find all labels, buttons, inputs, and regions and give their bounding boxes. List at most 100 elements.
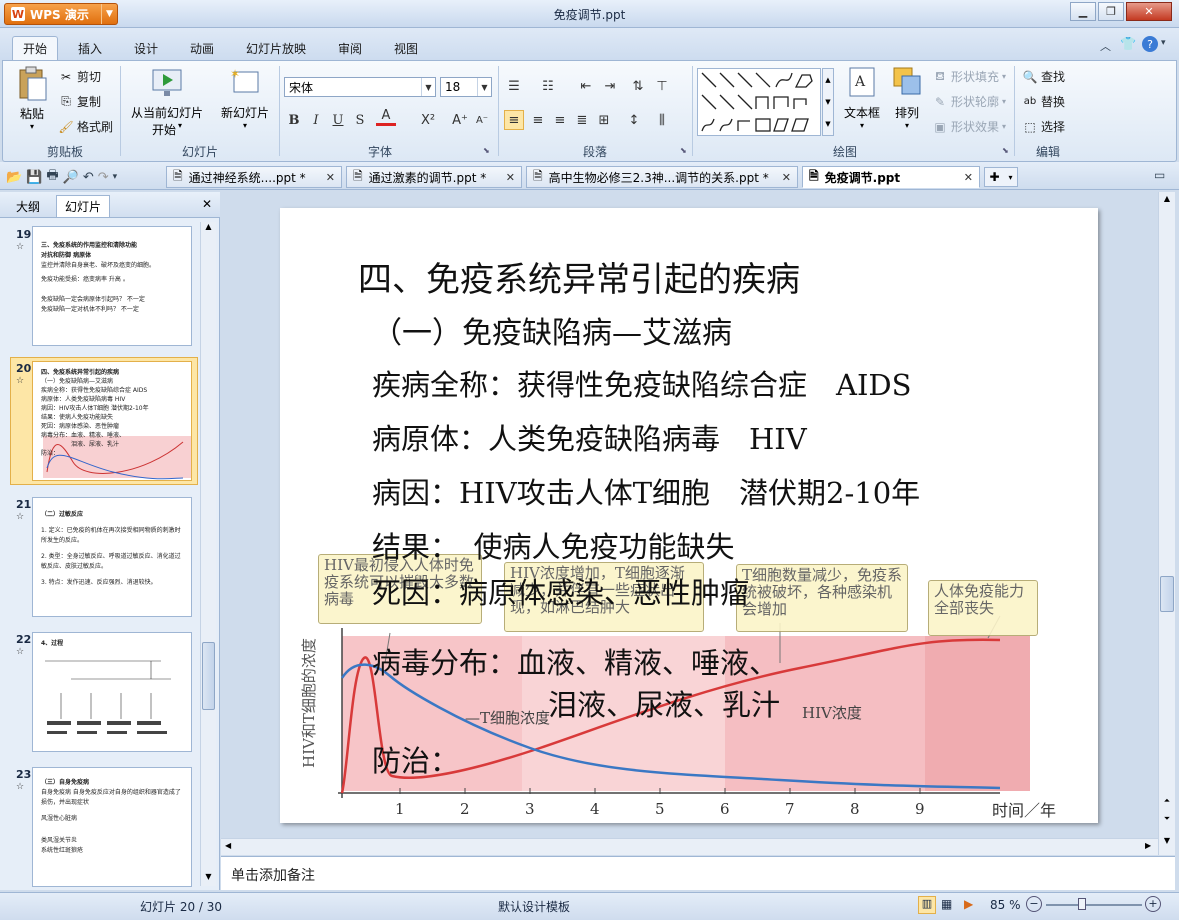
slide-thumbnail-19[interactable]: 三、免疫系统的作用监控和清除功能 对抗和防御 病原体 监控并清除自身衰老、破坏及… bbox=[32, 226, 192, 346]
font-color-button[interactable]: A bbox=[376, 108, 396, 126]
align-left-button[interactable]: ≡ bbox=[504, 110, 524, 130]
slide-canvas[interactable]: HIV和T细胞的浓度 时间／年 123456789 —T细胞浓度 HIV浓度 H… bbox=[280, 208, 1098, 823]
dialog-launcher-icon[interactable]: ⬊ bbox=[680, 146, 687, 155]
bold-button[interactable]: B bbox=[284, 110, 304, 130]
close-icon[interactable]: ✕ bbox=[506, 171, 515, 184]
shrink-font-button[interactable]: A⁻ bbox=[472, 110, 492, 130]
customize-icon[interactable]: ▾ bbox=[113, 172, 118, 182]
next-slide-icon[interactable]: ⏷ bbox=[1159, 814, 1175, 824]
slide-thumbnail-21[interactable]: （二）过敏反应 1. 定义：已免疫的机体在再次接受相同物质的刺激时所发生的反应。… bbox=[32, 497, 192, 617]
format-painter-button[interactable]: 🖌 格式刷 bbox=[58, 118, 113, 135]
print-icon[interactable]: 🖶 bbox=[46, 166, 58, 188]
tab-design[interactable]: 设计 bbox=[124, 36, 168, 60]
tab-animation[interactable]: 动画 bbox=[180, 36, 224, 60]
shape-outline-button[interactable]: ✎ 形状轮廓 ▾ bbox=[932, 93, 1006, 110]
chevron-right-icon[interactable]: ▶ bbox=[1145, 841, 1151, 850]
close-icon[interactable]: ✕ bbox=[326, 171, 335, 184]
play-from-current-button[interactable]: 从当前幻灯片 开始 ▾ bbox=[128, 66, 206, 138]
zoom-out-icon[interactable]: − bbox=[1026, 896, 1042, 912]
justify-button[interactable]: ≣ bbox=[572, 110, 592, 130]
zoom-slider-thumb[interactable] bbox=[1078, 898, 1086, 910]
decrease-indent-button[interactable]: ⇤ bbox=[576, 76, 596, 96]
underline-button[interactable]: U bbox=[328, 110, 348, 130]
align-right-button[interactable]: ≡ bbox=[550, 110, 570, 130]
help-icon[interactable]: ? bbox=[1142, 36, 1158, 52]
chevron-up-icon[interactable]: ▲ bbox=[201, 222, 216, 236]
tab-insert[interactable]: 插入 bbox=[68, 36, 112, 60]
doc-tab[interactable]: 🗎 高中生物必修三2.3神...调节的关系.ppt * ✕ bbox=[526, 166, 798, 188]
zoom-slider[interactable] bbox=[1046, 904, 1142, 906]
chevron-down-icon[interactable]: ▼ bbox=[201, 872, 216, 886]
print-preview-icon[interactable]: 🔎 bbox=[63, 170, 79, 185]
redo-icon[interactable]: ↷ bbox=[98, 170, 109, 185]
shadow-button[interactable]: S bbox=[350, 110, 370, 130]
font-name-select[interactable]: 宋体 ▼ bbox=[284, 77, 436, 97]
shape-fill-button[interactable]: ⛾ 形状填充 ▾ bbox=[932, 68, 1006, 85]
select-button[interactable]: ⬚ 选择 bbox=[1022, 118, 1065, 135]
doc-tab-active[interactable]: 🗎 免疫调节.ppt ✕ bbox=[802, 166, 980, 188]
paste-button[interactable]: 粘贴 ▾ bbox=[14, 66, 50, 136]
close-panel-icon[interactable]: ✕ bbox=[202, 197, 212, 211]
chevron-down-icon[interactable]: ▼ bbox=[1159, 836, 1175, 845]
restore-button[interactable]: ❐ bbox=[1098, 2, 1124, 21]
scroll-thumb[interactable] bbox=[1160, 576, 1174, 612]
scroll-thumb[interactable] bbox=[202, 642, 215, 710]
line-spacing-button[interactable]: ↕ bbox=[624, 110, 644, 130]
slideshow-icon[interactable]: ▶ bbox=[964, 897, 973, 911]
doc-tab[interactable]: 🗎 通过神经系统....ppt * ✕ bbox=[166, 166, 342, 188]
skin-icon[interactable]: 👕 bbox=[1120, 37, 1136, 52]
editor-vertical-scrollbar[interactable]: ▲ ⏶ ⏷ ▼ bbox=[1158, 192, 1175, 855]
dialog-launcher-icon[interactable]: ⬊ bbox=[1002, 146, 1009, 155]
undo-icon[interactable]: ↶ bbox=[83, 170, 94, 185]
align-text-button[interactable]: ⊤ bbox=[652, 76, 672, 96]
close-window-button[interactable]: ✕ bbox=[1126, 2, 1172, 21]
shape-effect-button[interactable]: ▣ 形状效果 ▾ bbox=[932, 118, 1006, 135]
chevron-left-icon[interactable]: ◀ bbox=[225, 841, 231, 850]
new-tab-button[interactable]: ✚ ▾ bbox=[984, 167, 1018, 187]
copy-button[interactable]: ⎘ 复制 bbox=[58, 93, 101, 110]
tab-list-icon[interactable]: ▭ bbox=[1154, 168, 1165, 182]
replace-button[interactable]: ab 替换 bbox=[1022, 93, 1065, 110]
editor-horizontal-scrollbar[interactable]: ◀ ▶ bbox=[221, 838, 1158, 855]
numbering-button[interactable]: ☷ bbox=[538, 76, 558, 96]
panel-scrollbar[interactable]: ▲ ▼ bbox=[200, 222, 216, 886]
chevron-up-icon[interactable]: ▲ bbox=[1159, 194, 1175, 203]
tab-start[interactable]: 开始 bbox=[12, 36, 59, 60]
new-slide-button[interactable]: ✶ 新幻灯片 ▾ bbox=[216, 66, 274, 130]
slide-thumbnail-20[interactable]: 四、免疫系统异常引起的疾病 （一）免疫缺陷病—艾滋病 疾病全称：获得性免疫缺陷综… bbox=[32, 361, 192, 481]
bullets-button[interactable]: ☰ bbox=[504, 76, 524, 96]
slide-sorter-icon[interactable]: ▦ bbox=[941, 897, 952, 911]
normal-view-icon[interactable]: ▥ bbox=[918, 896, 936, 914]
arrange-button[interactable]: 排列 ▾ bbox=[888, 66, 926, 130]
find-button[interactable]: 🔍 查找 bbox=[1022, 68, 1066, 85]
tab-slideshow[interactable]: 幻灯片放映 bbox=[236, 36, 316, 60]
slide-thumbnail-23[interactable]: （三）自身免疫病 自身免疫病 自身免疫反应对自身的组织和器官造成了损伤，并出现症… bbox=[32, 767, 192, 887]
collapse-ribbon-icon[interactable]: ︿ bbox=[1100, 38, 1111, 54]
distribute-button[interactable]: ⊞ bbox=[594, 110, 614, 130]
italic-button[interactable]: I bbox=[306, 110, 326, 130]
tab-outline[interactable]: 大纲 bbox=[8, 195, 48, 217]
cut-button[interactable]: ✂ 剪切 bbox=[58, 68, 101, 85]
doc-tab[interactable]: 🗎 通过激素的调节.ppt * ✕ bbox=[346, 166, 522, 188]
close-icon[interactable]: ✕ bbox=[964, 171, 973, 184]
textbox-button[interactable]: A 文本框 ▾ bbox=[840, 66, 884, 130]
slide-thumbnail-22[interactable]: 4、过程 bbox=[32, 632, 192, 752]
save-icon[interactable]: 💾 bbox=[26, 170, 42, 185]
minimize-button[interactable]: ▁ bbox=[1070, 2, 1096, 21]
notes-pane[interactable]: 单击添加备注 bbox=[221, 856, 1175, 890]
open-icon[interactable]: 📂 bbox=[6, 170, 22, 185]
dialog-launcher-icon[interactable]: ⬊ bbox=[483, 146, 490, 155]
shapes-gallery[interactable] bbox=[697, 68, 821, 136]
align-center-button[interactable]: ≡ bbox=[528, 110, 548, 130]
superscript-button[interactable]: X² bbox=[418, 110, 438, 130]
prev-slide-icon[interactable]: ⏶ bbox=[1159, 796, 1175, 806]
grow-font-button[interactable]: A⁺ bbox=[450, 110, 470, 130]
tab-slides[interactable]: 幻灯片 bbox=[56, 195, 111, 217]
text-direction-button[interactable]: ⇅ bbox=[628, 76, 648, 96]
tab-review[interactable]: 审阅 bbox=[328, 36, 372, 60]
zoom-in-icon[interactable]: + bbox=[1145, 896, 1161, 912]
font-size-select[interactable]: 18 ▼ bbox=[440, 77, 492, 97]
shapes-gallery-scroll[interactable]: ▲ ▼ ▼ bbox=[822, 68, 834, 136]
columns-button[interactable]: ⫼ bbox=[652, 110, 672, 130]
increase-indent-button[interactable]: ⇥ bbox=[600, 76, 620, 96]
